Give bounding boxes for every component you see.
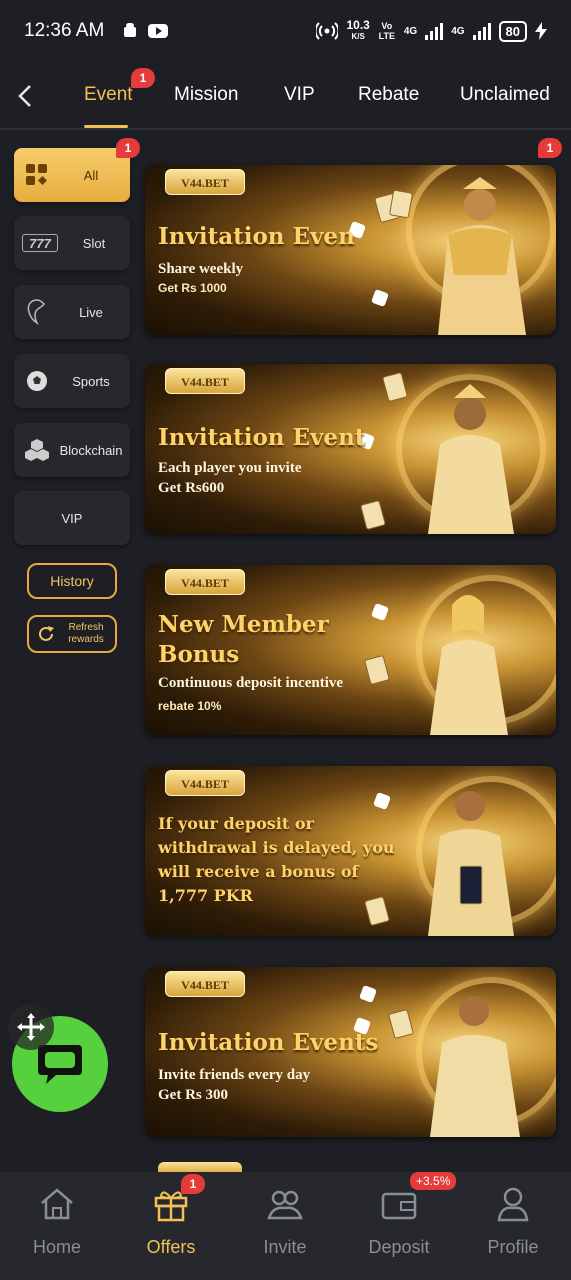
category-live[interactable]: Live (14, 285, 130, 339)
all-badge: 1 (116, 138, 140, 158)
banner-title-line-1: New Member (158, 611, 329, 638)
nav-deposit[interactable]: Deposit (349, 1184, 449, 1258)
hotspot-icon (316, 22, 339, 40)
banner-text-line-2: withdrawal is delayed, you (158, 838, 395, 857)
bottom-navigation: Home Offers 1 Invite Deposit Profile (0, 1172, 571, 1280)
tab-unclaimed[interactable]: Unclaimed (460, 84, 550, 106)
nav-label: Home (32, 1237, 81, 1257)
nav-label: Offers (146, 1237, 196, 1257)
blockchain-icon (22, 435, 52, 465)
banner-subtitle: Continuous deposit incentive (158, 675, 344, 691)
promo-banner-daily-invite[interactable]: V44.BET Invitation Events Invite friends… (145, 967, 556, 1137)
refresh-rewards-button[interactable]: Refresh rewards (27, 615, 117, 653)
tab-event[interactable]: Event (84, 84, 133, 106)
banner-title: Invitation Even (158, 223, 355, 250)
banner-character-image (428, 791, 514, 936)
battery-indicator: 80 (498, 20, 527, 42)
category-label: Sports (72, 373, 110, 389)
refresh-label-1: Refresh (68, 622, 104, 633)
nav-label: Profile (487, 1237, 539, 1257)
android-debug-icon (124, 23, 137, 37)
net-type-2: 4G (451, 25, 465, 37)
nav-offers[interactable]: Offers (121, 1184, 221, 1258)
category-label: Blockchain (59, 442, 123, 458)
refresh-label-2: rewards (68, 634, 104, 645)
signal-icon-2 (472, 22, 491, 40)
category-label: Slot (82, 235, 106, 251)
nav-label: Invite (263, 1237, 307, 1257)
banner-character-image (428, 384, 514, 534)
category-sports[interactable]: Sports (14, 354, 130, 408)
banner-title: Invitation Event (158, 424, 366, 451)
status-bar: 12:36 AM 10.3 K/S Vo LTE 4G 4G 80 (0, 0, 571, 62)
nav-home[interactable]: Home (7, 1184, 107, 1258)
nav-label: Deposit (368, 1237, 430, 1257)
brand-tag: V44.BET (165, 770, 245, 796)
tab-mission[interactable]: Mission (174, 84, 238, 106)
banner-character-image (438, 177, 526, 335)
history-button[interactable]: History (27, 563, 117, 599)
move-arrows-icon (17, 1013, 45, 1041)
promo-banner-invitation-weekly[interactable]: V44.BET Invitation Even Share weekly Get… (145, 165, 556, 335)
banner-text-line-4: 1,777 PKR (158, 886, 253, 905)
banner-detail: rebate 10% (158, 699, 222, 713)
category-vip[interactable]: VIP (14, 491, 130, 545)
brand-tag: V44.BET (165, 169, 245, 195)
banner-detail: Get Rs600 (158, 480, 225, 496)
profile-icon (497, 1187, 529, 1222)
category-slot[interactable]: 777 Slot (14, 216, 130, 270)
chat-bubble-icon (38, 1045, 82, 1084)
banner-text-line-3: will receive a bonus of (158, 862, 359, 881)
deposit-bonus-badge: +3.5% (410, 1172, 457, 1190)
banner-title: Invitation Events (158, 1029, 379, 1056)
brand-tag: V44.BET (165, 569, 245, 595)
category-label: All (83, 167, 99, 183)
category-all[interactable]: All (14, 148, 130, 202)
event-badge: 1 (131, 68, 155, 88)
banner-detail: Get Rs 300 (158, 1087, 228, 1103)
signal-icon (425, 22, 444, 40)
banner-title-line-2: Bonus (158, 641, 240, 668)
volte-indicator: Vo LTE (378, 21, 396, 41)
grid-icon (22, 160, 52, 190)
live-dealer-icon (22, 297, 52, 327)
category-label: Live (79, 304, 103, 320)
net-type-1: 4G (403, 25, 418, 37)
net-speed-value: 10.3 (346, 18, 370, 32)
top-tab-bar: Event 1 Mission VIP Rebate Unclaimed (0, 62, 571, 130)
promo-banner-invitation-event[interactable]: V44.BET Invitation Event Each player you… (145, 364, 556, 534)
drag-handle[interactable] (8, 1004, 54, 1050)
charging-icon (535, 22, 547, 40)
nav-profile[interactable]: Profile (463, 1184, 563, 1258)
banner-subtitle: Each player you invite (158, 460, 302, 476)
back-icon[interactable] (14, 82, 38, 110)
tab-vip[interactable]: VIP (284, 84, 315, 106)
soccer-ball-icon (22, 366, 52, 396)
category-blockchain[interactable]: Blockchain (14, 423, 130, 477)
banner-character-image (430, 595, 508, 735)
banner-detail: Get Rs 1000 (158, 281, 227, 295)
refresh-icon (39, 626, 54, 641)
promo-badge: 1 (538, 138, 562, 158)
promo-banner-delay-bonus[interactable]: V44.BET If your deposit or withdrawal is… (145, 766, 556, 936)
banner-subtitle: Invite friends every day (158, 1067, 311, 1083)
invite-icon (267, 1190, 303, 1220)
offers-badge: 1 (181, 1174, 205, 1194)
banner-character-image (430, 996, 520, 1137)
status-time: 12:36 AM (24, 20, 105, 41)
home-icon (41, 1188, 73, 1220)
banner-subtitle: Share weekly (158, 261, 244, 277)
nav-invite[interactable]: Invite (235, 1184, 335, 1258)
brand-tag: V44.BET (165, 971, 245, 997)
youtube-icon (148, 24, 169, 38)
banner-text-line-1: If your deposit or (158, 814, 314, 833)
tab-rebate[interactable]: Rebate (358, 84, 419, 106)
category-label: VIP (61, 510, 83, 526)
slot-777-icon: 777 (22, 234, 58, 252)
promo-banner-new-member-bonus[interactable]: V44.BET New Member Bonus Continuous depo… (145, 565, 556, 735)
wallet-icon (381, 1192, 417, 1220)
brand-tag: V44.BET (165, 368, 245, 394)
active-tab-indicator (84, 125, 128, 128)
net-speed-unit: K/S (351, 32, 365, 41)
